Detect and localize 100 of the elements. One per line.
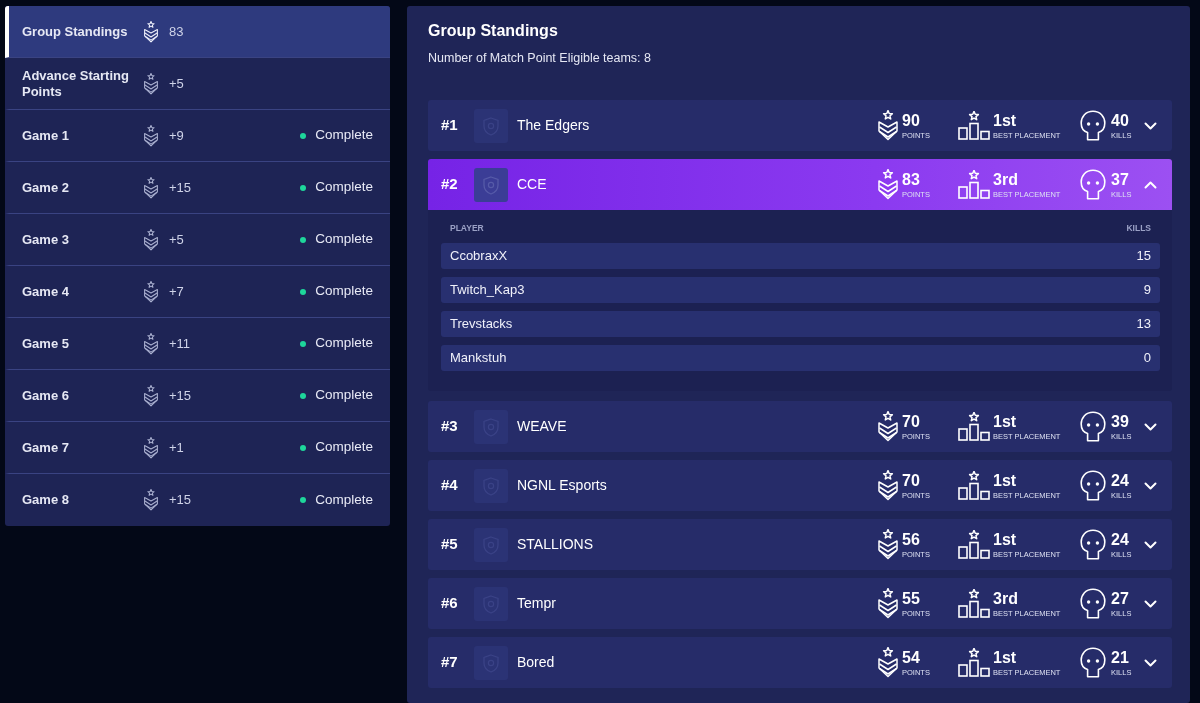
item-label: Advance Starting Points: [22, 67, 130, 100]
sidebar-item[interactable]: Game 8 +15 Complete: [5, 474, 390, 526]
sidebar-item[interactable]: Advance Starting Points +5: [5, 58, 390, 110]
star-chevrons-icon: [877, 169, 899, 200]
item-label: Group Standings: [22, 23, 129, 40]
sidebar-item[interactable]: Game 7 +1 Complete: [5, 422, 390, 474]
star-chevrons-icon: [143, 489, 159, 511]
points-value: +15: [169, 178, 192, 197]
points-value: 83: [902, 170, 921, 188]
sidebar-item[interactable]: Game 5 +11 Complete: [5, 318, 390, 370]
player-name: Mankstuh: [450, 349, 507, 368]
podium-icon: [958, 648, 990, 677]
star-chevrons-icon: [143, 20, 159, 43]
placement-value: 1st: [993, 648, 1018, 666]
status-text: Complete: [315, 386, 373, 405]
points-value: 83: [169, 22, 184, 41]
sidebar-item[interactable]: Game 3 +5 Complete: [5, 214, 390, 266]
chevron-down-icon: [1144, 422, 1157, 431]
podium-icon: [958, 412, 990, 441]
kills-value: 40: [1111, 111, 1130, 129]
rank-text: #5: [441, 534, 459, 555]
team-name: NGNL Esports: [517, 476, 607, 495]
status-dot-icon: [300, 184, 307, 191]
kills-value: 24: [1111, 530, 1130, 548]
status-dot-icon: [300, 340, 307, 347]
star-chevrons-icon: [143, 72, 159, 95]
status-text: Complete: [315, 282, 373, 301]
points-value: +5: [169, 74, 184, 93]
shield-icon: [474, 468, 508, 503]
kills-value: 21: [1111, 648, 1130, 666]
podium-icon: [958, 589, 990, 618]
team-name: CCE: [517, 175, 547, 194]
placement-value: 3rd: [993, 589, 1019, 607]
placement-value: 1st: [993, 412, 1018, 430]
star-chevrons-icon: [877, 588, 899, 619]
points-value: 70: [902, 412, 921, 430]
star-chevrons-icon: [143, 384, 159, 407]
kills-value: 24: [1111, 471, 1130, 489]
rank-text: #7: [441, 652, 459, 673]
status-text: Complete: [315, 334, 373, 353]
shield-icon: [474, 645, 508, 680]
skull-icon: [1080, 588, 1106, 619]
shield-icon: [474, 108, 508, 143]
points-value: +11: [169, 334, 191, 353]
points-value: +5: [169, 230, 184, 249]
points-value: 54: [902, 648, 921, 666]
podium-icon: [958, 170, 990, 199]
shield-icon: [474, 586, 508, 621]
status-dot-icon: [300, 132, 307, 139]
star-chevrons-icon: [143, 332, 159, 355]
item-label: Game 1: [22, 127, 70, 144]
star-chevrons-icon: [143, 280, 159, 303]
shield-icon: [474, 409, 508, 444]
column-header: KILLS: [1126, 222, 1151, 234]
star-chevrons-icon: [143, 436, 159, 459]
placement-value: 1st: [993, 471, 1018, 489]
skull-icon: [1080, 470, 1106, 501]
team-name: STALLIONS: [517, 535, 593, 554]
item-label: Game 5: [22, 335, 70, 352]
star-chevrons-icon: [877, 110, 899, 141]
skull-icon: [1080, 411, 1106, 442]
team-name: The Edgers: [517, 116, 590, 135]
player-kills: 9: [1143, 281, 1151, 300]
column-header: PLAYER: [450, 222, 484, 234]
points-value: +7: [169, 282, 184, 301]
sidebar-item[interactable]: Game 2 +15 Complete: [5, 162, 390, 214]
player-name: CcobraxX: [450, 247, 508, 266]
placement-value: 3rd: [993, 170, 1019, 188]
item-label: Game 4: [22, 283, 70, 300]
status-dot-icon: [300, 288, 307, 295]
chevron-down-icon: [1144, 121, 1157, 130]
skull-icon: [1080, 169, 1106, 200]
points-value: 70: [902, 471, 921, 489]
kills-value: 37: [1111, 170, 1130, 188]
chevron-down-icon: [1144, 481, 1157, 490]
item-label: Game 6: [22, 387, 70, 404]
status-text: Complete: [315, 490, 373, 509]
eligible-teams-text: Number of Match Point Eligible teams: 8: [428, 50, 653, 66]
sidebar-item[interactable]: Group Standings 83: [5, 6, 390, 58]
shield-icon: [474, 527, 508, 562]
team-name: Bored: [517, 653, 555, 672]
player-name: Twitch_Kap3: [450, 281, 525, 300]
sidebar-item[interactable]: Game 4 +7 Complete: [5, 266, 390, 318]
player-kills: 15: [1136, 247, 1151, 266]
rank-text: #6: [441, 593, 459, 614]
points-value: +15: [169, 491, 192, 510]
points-value: 55: [902, 589, 921, 607]
status-text: Complete: [315, 126, 373, 145]
status-dot-icon: [300, 236, 307, 243]
item-label: Game 3: [22, 231, 70, 248]
skull-icon: [1080, 110, 1106, 141]
player-name: Trevstacks: [450, 315, 513, 334]
skull-icon: [1080, 647, 1106, 678]
points-value: +15: [169, 386, 192, 405]
chevron-down-icon: [1144, 599, 1157, 608]
sidebar-item[interactable]: Game 1 +9 Complete: [5, 110, 390, 162]
points-value: +9: [169, 126, 184, 145]
points-value: 90: [902, 111, 921, 129]
points-value: +1: [169, 438, 184, 457]
sidebar-item[interactable]: Game 6 +15 Complete: [5, 370, 390, 422]
